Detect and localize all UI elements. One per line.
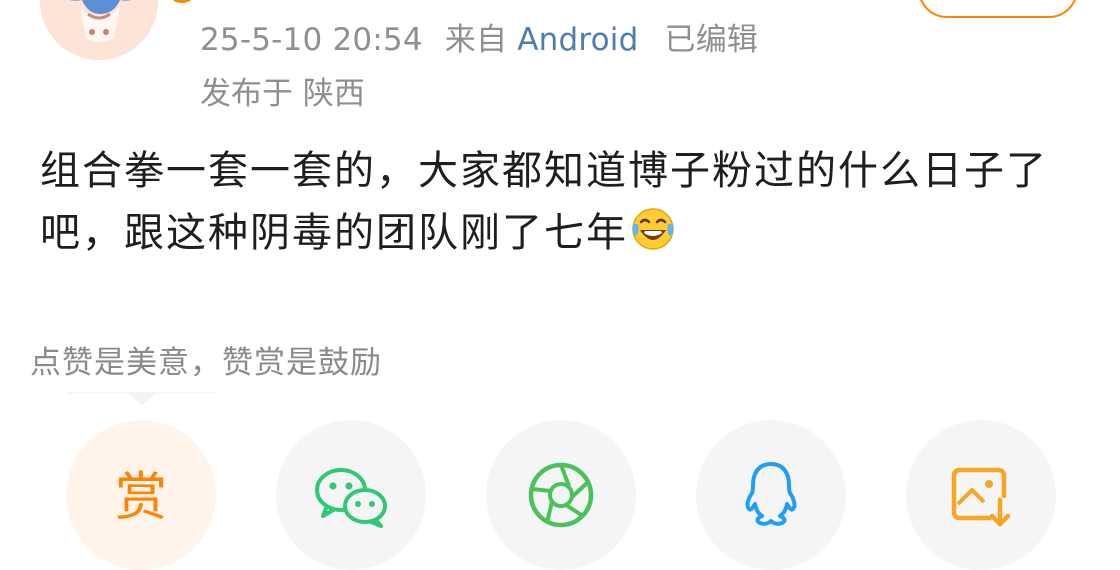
laughing-tears-emoji-icon [632,208,674,250]
post-text: 组合拳一套一套的，大家都知道博子粉过的什么日子了吧，跟这种阴毒的团队刚了七年 [40,148,1048,256]
author-avatar-group[interactable]: V [40,0,202,64]
wechat-icon [315,468,387,528]
post-location: 发布于 陕西 [200,76,365,112]
post-meta: 25-5-10 20:54 来自 Android 已编辑 [200,14,758,59]
reward-label: 赏 [114,467,167,528]
source-link[interactable]: Android [517,22,638,58]
follow-button[interactable] [918,0,1078,18]
post-body: 组合拳一套一套的，大家都知道博子粉过的什么日子了吧，跟这种阴毒的团队刚了七年 [40,140,1090,264]
tip-pointer [67,392,217,405]
reward-tip: 点赞是美意，赞赏是鼓励 [30,345,382,381]
edited-label[interactable]: 已编辑 [665,22,759,58]
qq-icon [745,462,797,526]
avatar[interactable] [40,0,158,60]
source-prefix: 来自 [444,22,508,58]
post-timestamp: 25-5-10 20:54 [200,22,423,58]
verified-badge-icon: V [162,0,202,7]
moments-icon [528,462,594,528]
share-qq-button[interactable] [696,420,846,570]
save-image-icon [951,467,1011,527]
share-wechat-button[interactable] [276,420,426,570]
share-moments-button[interactable] [486,420,636,570]
save-image-button[interactable] [906,420,1056,570]
reward-button[interactable]: 赏 [66,420,216,570]
